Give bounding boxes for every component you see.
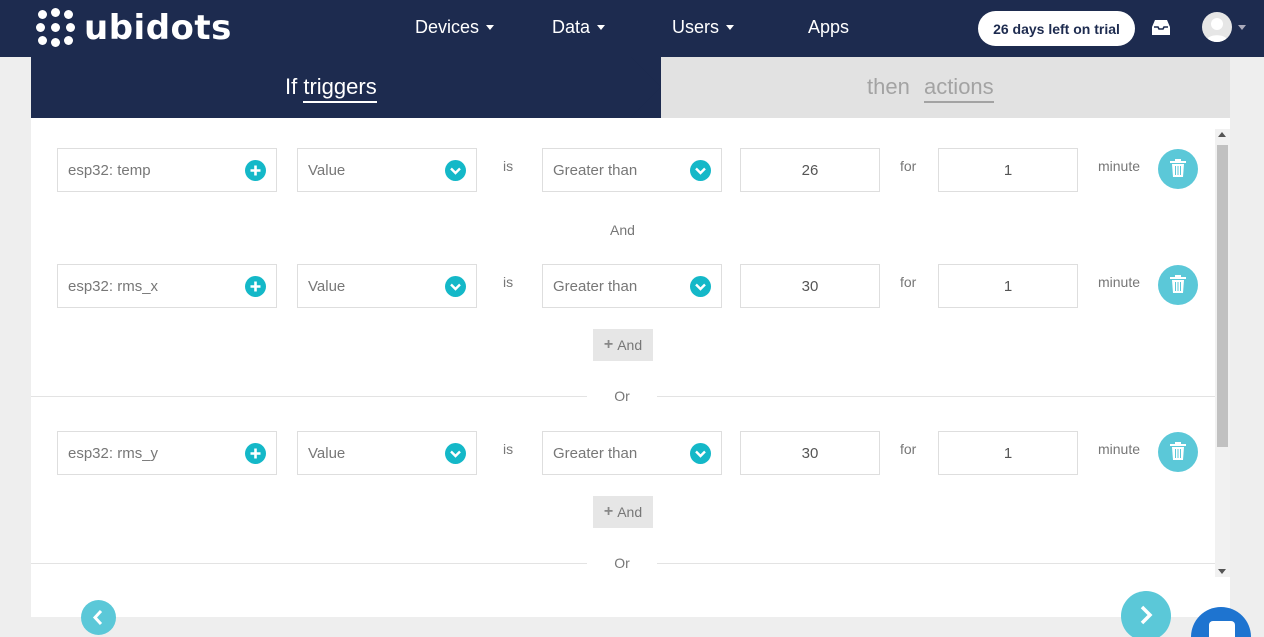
- ubidots-logo[interactable]: ubidots: [36, 7, 232, 49]
- variable-field[interactable]: esp32: temp: [57, 148, 277, 192]
- next-step-button[interactable]: [1121, 591, 1171, 637]
- plus-icon: +: [603, 503, 614, 520]
- step-arrow: [631, 57, 661, 117]
- scroll-up-icon[interactable]: [1218, 132, 1226, 137]
- plus-icon: +: [603, 336, 614, 353]
- aggregation-select[interactable]: Value: [297, 148, 477, 192]
- add-variable-icon[interactable]: [245, 160, 266, 181]
- user-icon: [1206, 18, 1228, 42]
- nav-data[interactable]: Data: [552, 17, 606, 38]
- trash-icon: [1170, 275, 1186, 293]
- trial-badge[interactable]: 26 days left on trial: [978, 11, 1135, 46]
- and-connector-label: And: [610, 222, 635, 238]
- chevron-down-icon: [690, 160, 711, 181]
- variable-value: esp32: rms_y: [68, 444, 159, 462]
- for-label: for: [900, 274, 917, 290]
- or-connector-label: Or: [587, 388, 657, 404]
- variable-field[interactable]: esp32: rms_x: [57, 264, 277, 308]
- variable-value: esp32: rms_x: [68, 277, 159, 295]
- caret-down-icon[interactable]: [1238, 25, 1246, 30]
- threshold-input[interactable]: 26: [740, 148, 880, 192]
- condition-row: esp32: rms_y Value is Greater than 30 fo…: [31, 431, 1215, 475]
- step-actions-word: actions: [923, 74, 994, 103]
- aggregation-value: Value: [308, 444, 346, 462]
- nav-devices[interactable]: Devices: [415, 17, 495, 38]
- variable-field[interactable]: esp32: rms_y: [57, 431, 277, 475]
- chevron-down-icon: [445, 443, 466, 464]
- is-label: is: [503, 274, 514, 290]
- add-and-button[interactable]: + And: [593, 496, 653, 528]
- aggregation-select[interactable]: Value: [297, 431, 477, 475]
- unit-label: minute: [1098, 441, 1141, 457]
- threshold-input[interactable]: 30: [740, 431, 880, 475]
- nav-apps-label: Apps: [808, 17, 850, 37]
- aggregation-value: Value: [308, 161, 346, 179]
- logo-dots-icon: [36, 8, 76, 48]
- delete-condition-button[interactable]: [1158, 149, 1198, 189]
- duration-input[interactable]: 1: [938, 148, 1078, 192]
- chevron-down-icon: [690, 443, 711, 464]
- for-label: for: [900, 441, 917, 457]
- threshold-input[interactable]: 30: [740, 264, 880, 308]
- chevron-down-icon: [445, 276, 466, 297]
- chevron-down-icon: [445, 160, 466, 181]
- aggregation-value: Value: [308, 277, 346, 295]
- operator-select[interactable]: Greater than: [542, 264, 722, 308]
- scroll-down-icon[interactable]: [1218, 569, 1226, 574]
- nav-data-label: Data: [552, 17, 591, 37]
- nav-users[interactable]: Users: [672, 17, 735, 38]
- is-label: is: [503, 441, 514, 457]
- event-editor-card: If triggers then actions esp32: temp Val…: [31, 57, 1230, 617]
- is-label: is: [503, 158, 514, 174]
- operator-value: Greater than: [553, 161, 638, 179]
- scrollbar-thumb[interactable]: [1217, 145, 1228, 447]
- caret-down-icon: [486, 25, 495, 30]
- chat-icon: [1209, 621, 1235, 637]
- caret-down-icon: [726, 25, 735, 30]
- chevron-down-icon: [690, 276, 711, 297]
- add-and-label: And: [617, 337, 643, 353]
- logo-text: ubidots: [84, 8, 232, 48]
- or-connector-label: Or: [587, 555, 657, 571]
- duration-input[interactable]: 1: [938, 264, 1078, 308]
- operator-value: Greater than: [553, 277, 638, 295]
- step-actions-label[interactable]: then actions: [867, 74, 994, 103]
- delete-condition-button[interactable]: [1158, 265, 1198, 305]
- variable-value: esp32: temp: [68, 161, 151, 179]
- unit-label: minute: [1098, 274, 1141, 290]
- duration-input[interactable]: 1: [938, 431, 1078, 475]
- step-indicator: If triggers then actions: [31, 57, 1230, 118]
- chevron-right-icon: [1140, 605, 1153, 625]
- operator-select[interactable]: Greater than: [542, 431, 722, 475]
- trash-icon: [1170, 442, 1186, 460]
- operator-value: Greater than: [553, 444, 638, 462]
- nav-devices-label: Devices: [415, 17, 480, 37]
- previous-step-button[interactable]: [81, 600, 116, 635]
- add-and-button[interactable]: + And: [593, 329, 653, 361]
- nav-users-label: Users: [672, 17, 720, 37]
- delete-condition-button[interactable]: [1158, 432, 1198, 472]
- caret-down-icon: [597, 25, 606, 30]
- step-actions-prefix: then: [867, 74, 910, 99]
- unit-label: minute: [1098, 158, 1141, 174]
- scrollbar[interactable]: [1215, 129, 1230, 577]
- add-and-label: And: [617, 504, 643, 520]
- condition-row: esp32: temp Value is Greater than 26 for: [31, 148, 1215, 192]
- add-variable-icon[interactable]: [245, 443, 266, 464]
- avatar[interactable]: [1202, 12, 1232, 42]
- step-triggers-prefix: If: [285, 74, 298, 99]
- aggregation-select[interactable]: Value: [297, 264, 477, 308]
- condition-row: esp32: rms_x Value is Greater than 30 fo…: [31, 264, 1215, 308]
- operator-select[interactable]: Greater than: [542, 148, 722, 192]
- step-triggers-word: triggers: [303, 74, 377, 103]
- step-triggers-label: If triggers: [285, 74, 377, 103]
- add-variable-icon[interactable]: [245, 276, 266, 297]
- chevron-left-icon: [92, 609, 103, 626]
- conditions-list: esp32: temp Value is Greater than 26 for: [31, 118, 1230, 617]
- inbox-icon[interactable]: [1150, 18, 1172, 38]
- nav-apps[interactable]: Apps: [808, 17, 849, 38]
- for-label: for: [900, 158, 917, 174]
- top-navbar: ubidots Devices Data Users Apps 26 days …: [0, 0, 1264, 57]
- trash-icon: [1170, 159, 1186, 177]
